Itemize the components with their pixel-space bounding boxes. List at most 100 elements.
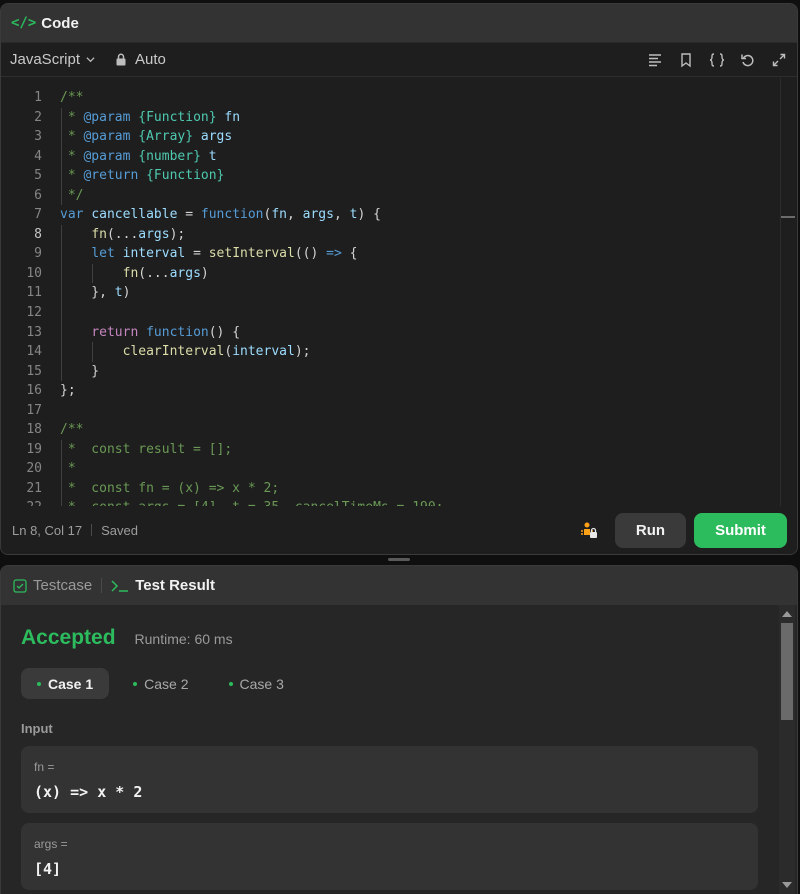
code-text: }; <box>42 381 76 401</box>
cursor-position: Ln 8, Col 17 <box>12 522 83 538</box>
case-tab-3[interactable]: Case 3 <box>213 668 300 699</box>
code-token: ) <box>200 265 209 281</box>
indent-guide <box>61 146 62 167</box>
editor-tool-icons <box>646 51 788 69</box>
code-line[interactable]: 11 }, t) <box>1 283 797 304</box>
code-token: ); <box>169 226 186 242</box>
submit-button[interactable]: Submit <box>694 512 787 548</box>
code-token: var <box>60 207 84 223</box>
code-line[interactable]: 14 clearInterval(interval); <box>1 342 797 362</box>
indent-guide <box>61 303 62 323</box>
code-line[interactable]: 15 } <box>1 361 797 382</box>
code-token: t <box>208 148 217 164</box>
code-line[interactable]: 6 */ <box>1 185 797 206</box>
code-token: ); <box>294 344 311 360</box>
format-icon[interactable] <box>646 51 664 69</box>
line-number: 3 <box>34 129 42 145</box>
indent-guide <box>61 185 62 206</box>
code-editor[interactable]: 1/** 2 * @param {Function} fn 3 * @param {… <box>1 78 797 508</box>
code-text: var cancellable = function(fn, args, t) … <box>42 205 381 225</box>
input-heading: Input <box>21 721 53 736</box>
code-token: fn <box>91 226 107 242</box>
indent-guide <box>61 107 62 128</box>
tab-test-result[interactable]: Test Result <box>111 577 215 594</box>
indent-guide <box>61 478 62 499</box>
panel-resize-handle[interactable] <box>388 558 410 561</box>
code-token: @param <box>83 109 131 125</box>
run-button[interactable]: Run <box>615 512 686 548</box>
tab-testcase-label: Testcase <box>33 577 93 594</box>
code-token: fn <box>224 109 241 125</box>
case-tabs: Case 1 Case 2 Case 3 <box>21 668 777 699</box>
tab-divider <box>101 578 103 593</box>
code-token: @return <box>83 168 139 184</box>
code-token: function <box>146 324 209 340</box>
case-tab-2[interactable]: Case 2 <box>117 668 204 699</box>
code-line[interactable]: 7 var cancellable = function(fn, args, t)… <box>1 205 797 225</box>
code-line[interactable]: 18 /** <box>1 420 797 440</box>
auto-mode-toggle[interactable]: Auto <box>115 51 166 68</box>
bookmark-icon[interactable] <box>677 51 695 69</box>
code-line[interactable]: 12 <box>1 303 797 323</box>
indent-guide <box>61 322 62 343</box>
reset-icon[interactable] <box>739 51 757 69</box>
line-number: 4 <box>34 148 42 164</box>
indent-guide <box>61 283 62 304</box>
indent-guide <box>61 459 62 479</box>
code-text: * @param {Array} args <box>42 127 232 147</box>
line-number: 20 <box>26 461 42 477</box>
code-line[interactable]: 20 * <box>1 459 797 479</box>
code-line[interactable]: 13 return function() { <box>1 322 797 343</box>
code-line[interactable]: 8 fn(...args); <box>1 224 797 245</box>
code-token: * <box>60 109 84 125</box>
code-token: * <box>60 148 84 164</box>
braces-icon[interactable] <box>708 51 726 69</box>
line-number: 9 <box>34 246 42 262</box>
code-text: * @param {number} t <box>42 147 217 167</box>
code-line[interactable]: 5 * @return {Function} <box>1 166 797 186</box>
case-tab-1[interactable]: Case 1 <box>21 668 110 699</box>
expand-icon[interactable] <box>770 51 788 69</box>
code-token: => <box>326 246 342 262</box>
scroll-down-icon[interactable] <box>782 882 792 888</box>
code-token: interval <box>232 344 295 360</box>
debugger-icon[interactable] <box>579 520 599 540</box>
line-number: 13 <box>26 324 42 340</box>
indent-guide <box>61 342 62 362</box>
language-select[interactable]: JavaScript <box>10 51 95 68</box>
case-tab-label: Case 3 <box>239 675 284 692</box>
code-line[interactable]: 16}; <box>1 381 797 401</box>
code-line[interactable]: 17 <box>1 401 797 421</box>
tab-testcase[interactable]: Testcase <box>13 577 92 594</box>
code-token: (() <box>294 246 327 262</box>
code-line[interactable]: 21 * const fn = (x) => x * 2; <box>1 478 797 499</box>
input-field-value: [4] <box>34 860 62 878</box>
line-number: 21 <box>26 480 42 496</box>
indent-guide <box>61 224 62 245</box>
checkbox-icon <box>13 578 27 593</box>
case-tab-label: Case 2 <box>144 675 189 692</box>
scrollbar-thumb[interactable] <box>781 623 793 720</box>
editor-scroll-marker[interactable] <box>781 216 795 218</box>
input-field-box: fn = (x) => x * 2 <box>21 746 758 813</box>
code-line[interactable]: 3 * @param {Array} args <box>1 127 797 147</box>
code-token: setInterval <box>208 246 295 262</box>
scroll-up-icon[interactable] <box>782 611 792 617</box>
code-line[interactable]: 1 /** <box>1 88 797 108</box>
line-number: 1 <box>34 90 42 105</box>
auto-mode-label: Auto <box>135 51 166 68</box>
pass-dot-icon <box>133 681 138 686</box>
code-line[interactable]: 19 * const result = []; <box>1 439 797 460</box>
input-field-label: args = <box>34 837 68 851</box>
code-text: }, t) <box>42 283 130 303</box>
code-line[interactable]: 9 let interval = setInterval(() => { <box>1 244 797 264</box>
code-line[interactable]: 2 * @param {Function} fn <box>1 107 797 128</box>
code-line[interactable]: 10 fn(...args) <box>1 263 797 284</box>
code-line[interactable]: 4 * @param {number} t <box>1 146 797 167</box>
code-text: * @return {Function} <box>42 166 225 186</box>
result-scrollbar[interactable] <box>779 605 795 894</box>
code-token: * <box>60 129 84 145</box>
